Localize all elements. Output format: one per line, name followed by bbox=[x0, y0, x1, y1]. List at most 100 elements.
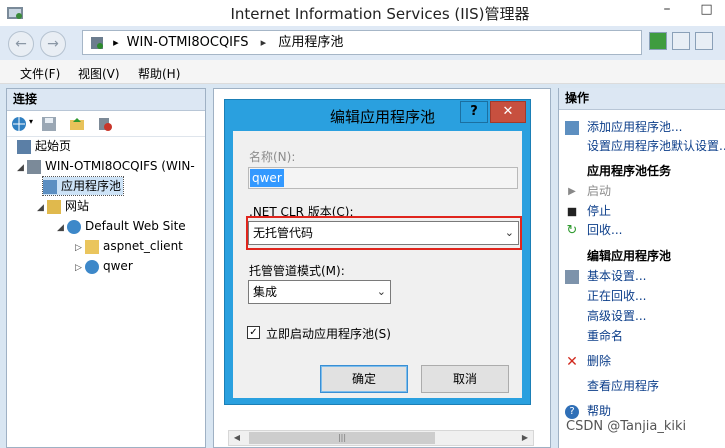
tree-item-server[interactable]: ◢ WIN-OTMI8OCQIFS (WIN- bbox=[17, 157, 195, 175]
blank-icon bbox=[565, 165, 579, 179]
expand-arrow-icon[interactable]: ▷ bbox=[75, 259, 85, 277]
actions-panel: 操作 添加应用程序池... 设置应用程序池默认设置... 应用程序池任务 ▶ 启动… bbox=[558, 88, 725, 448]
action-help[interactable]: ? 帮助 bbox=[565, 402, 611, 420]
connections-panel: 连接 ▾ 起始页 ◢ WIN-OTMI8OCQIFS (WIN- 应用程序池 ◢ 网… bbox=[6, 88, 206, 448]
group-pool-tasks: 应用程序池任务 bbox=[565, 162, 671, 180]
tree-item-default-web-site[interactable]: ◢ Default Web Site bbox=[57, 217, 186, 235]
address-bar: ← → ▸ WIN-OTMI8OCQIFS ▸ 应用程序池 bbox=[0, 26, 725, 60]
connections-toolbar: ▾ bbox=[7, 111, 205, 137]
horizontal-scrollbar[interactable]: ◀ ||| ▶ bbox=[228, 430, 534, 446]
edit-app-pool-dialog: 编辑应用程序池 ? ✕ 名称(N): qwer .NET CLR 版本(C): … bbox=[224, 99, 531, 405]
window-title: Internet Information Services (IIS)管理器 bbox=[230, 5, 530, 23]
blank-icon bbox=[565, 330, 579, 344]
start-page-icon bbox=[17, 139, 31, 154]
forward-button[interactable]: → bbox=[40, 31, 66, 57]
save-icon[interactable] bbox=[41, 116, 57, 132]
ok-button[interactable]: 确定 bbox=[320, 365, 408, 393]
menu-file[interactable]: 文件(F) bbox=[20, 65, 60, 82]
tree-item-aspnet-client[interactable]: ▷ aspnet_client bbox=[75, 237, 183, 255]
tree-item-sites[interactable]: ◢ 网站 bbox=[37, 197, 89, 215]
dialog-title-bar: 编辑应用程序池 ? ✕ bbox=[225, 100, 530, 132]
back-button[interactable]: ← bbox=[8, 31, 34, 57]
server-icon bbox=[27, 159, 41, 174]
name-label: 名称(N): bbox=[249, 150, 296, 164]
address-separator: ▸ bbox=[113, 36, 119, 49]
name-field[interactable]: qwer bbox=[248, 167, 518, 189]
scroll-thumb[interactable]: ||| bbox=[249, 432, 435, 444]
pipeline-mode-label: 托管管道模式(M): bbox=[249, 264, 345, 278]
connections-header: 连接 bbox=[7, 89, 205, 111]
recycle-icon: ↻ bbox=[566, 222, 578, 238]
breadcrumb-server[interactable]: WIN-OTMI8OCQIFS bbox=[127, 35, 249, 50]
address-field[interactable]: ▸ WIN-OTMI8OCQIFS ▸ 应用程序池 bbox=[82, 30, 642, 55]
autostart-label[interactable]: 立即启动应用程序池(S) bbox=[266, 325, 391, 342]
refresh-icon[interactable] bbox=[649, 32, 667, 50]
server-icon bbox=[91, 36, 103, 49]
blank-icon bbox=[565, 140, 579, 154]
chevron-down-icon: ⌄ bbox=[376, 285, 386, 298]
collapse-arrow-icon[interactable]: ◢ bbox=[17, 159, 27, 177]
back-arrow-icon: ← bbox=[15, 36, 27, 52]
action-add-pool[interactable]: 添加应用程序池... bbox=[565, 118, 682, 136]
app-pool-icon bbox=[43, 179, 57, 194]
dialog-close-button[interactable]: ✕ bbox=[490, 101, 526, 123]
sites-folder-icon bbox=[47, 199, 61, 214]
action-recycle[interactable]: ↻ 回收... bbox=[565, 221, 623, 239]
stop-nav-icon[interactable] bbox=[672, 32, 690, 50]
breadcrumb-page[interactable]: 应用程序池 bbox=[278, 35, 343, 50]
blank-icon bbox=[565, 310, 579, 324]
clr-version-select[interactable]: 无托管代码 ⌄ bbox=[248, 221, 519, 245]
connect-globe-icon[interactable] bbox=[11, 116, 27, 132]
delete-icon: ✕ bbox=[566, 353, 578, 370]
stop-icon bbox=[567, 207, 577, 216]
cancel-button[interactable]: 取消 bbox=[421, 365, 509, 393]
tree-item-app-pools[interactable]: 应用程序池 bbox=[41, 176, 125, 196]
scroll-right-icon[interactable]: ▶ bbox=[517, 431, 533, 445]
forward-arrow-icon: → bbox=[47, 36, 59, 52]
minimize-button[interactable]: – bbox=[652, 0, 682, 22]
dialog-body: 名称(N): qwer .NET CLR 版本(C): 无托管代码 ⌄ 托管管道… bbox=[233, 131, 522, 398]
action-view-apps[interactable]: 查看应用程序 bbox=[565, 377, 659, 395]
globe-icon bbox=[85, 259, 99, 274]
menu-view[interactable]: 视图(V) bbox=[78, 65, 120, 82]
scroll-left-icon[interactable]: ◀ bbox=[229, 431, 245, 445]
folder-icon bbox=[85, 239, 99, 254]
blank-icon bbox=[565, 250, 579, 264]
action-basic-settings[interactable]: 基本设置... bbox=[565, 267, 646, 285]
globe-icon bbox=[67, 219, 81, 234]
name-value: qwer bbox=[250, 169, 284, 187]
action-rename[interactable]: 重命名 bbox=[565, 327, 623, 345]
collapse-arrow-icon[interactable]: ◢ bbox=[57, 219, 67, 237]
action-start: ▶ 启动 bbox=[565, 182, 611, 200]
expand-arrow-icon[interactable]: ▷ bbox=[75, 239, 85, 257]
dialog-help-button[interactable]: ? bbox=[460, 101, 488, 123]
settings-icon bbox=[565, 269, 579, 284]
maximize-button[interactable]: □ bbox=[688, 0, 725, 22]
collapse-arrow-icon[interactable]: ◢ bbox=[37, 199, 47, 217]
tree-item-start-page[interactable]: 起始页 bbox=[17, 137, 71, 155]
menu-help[interactable]: 帮助(H) bbox=[138, 65, 180, 82]
title-bar: Internet Information Services (IIS)管理器 –… bbox=[0, 0, 725, 26]
clr-version-value: 无托管代码 bbox=[253, 226, 314, 240]
action-advanced-settings[interactable]: 高级设置... bbox=[565, 307, 646, 325]
home-icon[interactable] bbox=[695, 32, 713, 50]
help-icon: ? bbox=[565, 404, 579, 419]
action-delete[interactable]: ✕ 删除 bbox=[565, 352, 611, 370]
address-separator: ▸ bbox=[260, 36, 267, 49]
pipeline-mode-value: 集成 bbox=[253, 285, 278, 299]
disconnect-icon[interactable] bbox=[97, 116, 113, 132]
watermark: CSDN @Tanjia_kiki bbox=[566, 419, 687, 434]
group-edit-pool: 编辑应用程序池 bbox=[565, 247, 671, 265]
up-folder-icon[interactable] bbox=[69, 116, 85, 132]
action-stop[interactable]: 停止 bbox=[565, 202, 611, 220]
add-pool-icon bbox=[565, 120, 579, 135]
tree-item-qwer[interactable]: ▷ qwer bbox=[75, 257, 133, 275]
action-set-defaults[interactable]: 设置应用程序池默认设置... bbox=[565, 137, 725, 155]
menu-bar: 文件(F) 视图(V) 帮助(H) bbox=[0, 60, 725, 84]
blank-icon bbox=[565, 290, 579, 304]
dropdown-arrow-icon[interactable]: ▾ bbox=[29, 117, 33, 126]
action-recycling[interactable]: 正在回收... bbox=[565, 287, 646, 305]
dialog-title: 编辑应用程序池 bbox=[330, 108, 436, 126]
pipeline-mode-select[interactable]: 集成 ⌄ bbox=[248, 280, 391, 304]
autostart-checkbox[interactable]: ✓ bbox=[247, 326, 260, 339]
